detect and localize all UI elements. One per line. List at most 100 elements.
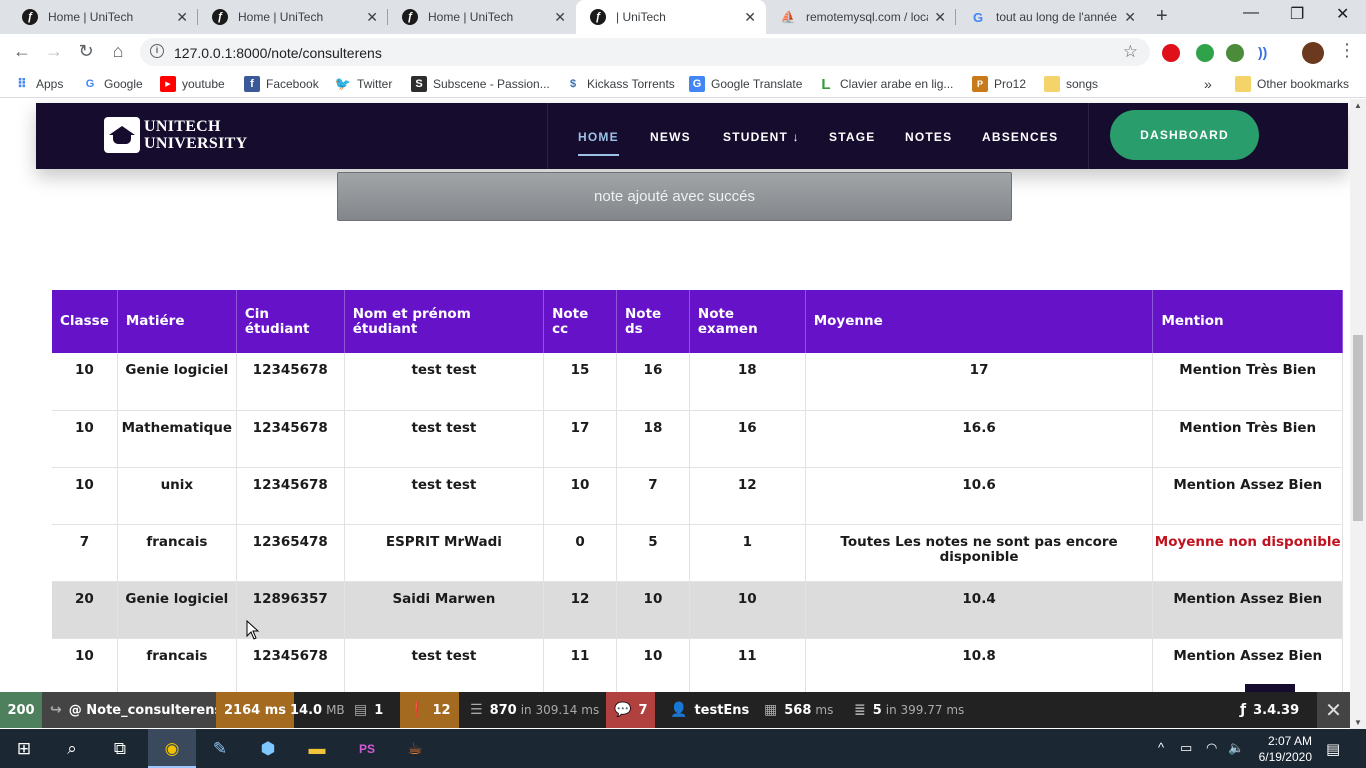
forms-block[interactable]: ▤ 1 bbox=[346, 692, 391, 728]
memory-block[interactable]: 14.0 MB bbox=[282, 692, 353, 728]
cache-block[interactable]: ☰ 870 in 309.14 ms bbox=[462, 692, 607, 728]
opera-icon[interactable] bbox=[1162, 44, 1180, 62]
nav-home[interactable]: HOME bbox=[578, 130, 619, 156]
route-block[interactable]: ↪ @ Note_consulterens bbox=[42, 692, 231, 728]
page-scrollbar[interactable]: ▲ ▼ bbox=[1350, 99, 1366, 729]
nav-absences[interactable]: ABSENCES bbox=[982, 130, 1058, 144]
home-icon[interactable]: ⌂ bbox=[107, 41, 129, 62]
table-row[interactable]: 10 Genie logiciel 12345678 test test 15 … bbox=[52, 353, 1343, 411]
scroll-thumb[interactable] bbox=[1353, 335, 1363, 521]
menu-icon[interactable]: ⋮ bbox=[1336, 40, 1358, 61]
scroll-down-icon[interactable]: ▼ bbox=[1354, 718, 1362, 727]
new-tab-icon[interactable]: + bbox=[1156, 5, 1168, 28]
tab-strip: ƒ Home | UniTech ✕ ƒ Home | UniTech ✕ ƒ … bbox=[0, 0, 1366, 34]
dashboard-button[interactable]: DASHBOARD bbox=[1110, 110, 1259, 160]
close-icon[interactable]: ✕ bbox=[1124, 9, 1136, 26]
chrome-icon[interactable]: ◉ bbox=[160, 737, 184, 761]
wifi-icon[interactable]: ◠ bbox=[1206, 740, 1217, 756]
reload-icon[interactable]: ↻ bbox=[75, 41, 97, 62]
taskbar-clock[interactable]: 2:07 AM 6/19/2020 bbox=[1256, 733, 1312, 765]
bookmark-facebook[interactable]: f Facebook bbox=[244, 76, 319, 92]
minimize-icon[interactable]: — bbox=[1243, 4, 1259, 22]
bookmark-subscene[interactable]: S Subscene - Passion... bbox=[411, 76, 550, 92]
extension-icon[interactable] bbox=[1196, 44, 1214, 62]
symfony-version-block[interactable]: ƒ 3.4.39 bbox=[1232, 692, 1307, 728]
apps-grid-icon: ⠿ bbox=[16, 76, 28, 91]
user-block[interactable]: 👤 testEns bbox=[662, 692, 757, 728]
nav-student[interactable]: STUDENT ↓ bbox=[723, 130, 800, 144]
close-icon[interactable]: ✕ bbox=[934, 9, 946, 26]
table-row[interactable]: 10 Mathematique 12345678 test test 17 18… bbox=[52, 410, 1343, 468]
url-text[interactable]: 127.0.0.1:8000/note/consulterens bbox=[174, 45, 382, 61]
browser-tab[interactable]: ƒ Home | UniTech ✕ bbox=[198, 0, 388, 34]
browser-tab[interactable]: ƒ Home | UniTech ✕ bbox=[388, 0, 576, 34]
volume-icon[interactable]: 🔈 bbox=[1228, 740, 1244, 756]
browser-tab[interactable]: G tout au long de l'année ✕ bbox=[956, 0, 1146, 34]
bookmark-apps[interactable]: ⠿ Apps bbox=[14, 76, 63, 92]
cell-matiere: Mathematique bbox=[117, 410, 237, 468]
bookmark-songs[interactable]: songs bbox=[1044, 76, 1098, 92]
table-row[interactable]: 10 francais 12345678 test test 11 10 11 … bbox=[52, 638, 1343, 693]
search-icon[interactable]: ⌕ bbox=[60, 737, 84, 761]
nav-news[interactable]: NEWS bbox=[650, 130, 691, 144]
address-bar[interactable]: i 127.0.0.1:8000/note/consulterens ☆ bbox=[140, 38, 1150, 66]
info-icon[interactable]: i bbox=[150, 44, 164, 58]
tab-title: tout au long de l'année bbox=[996, 10, 1118, 24]
site-logo[interactable]: UNITECH UNIVERSITY bbox=[104, 117, 247, 153]
cell-mention: Mention Assez Bien bbox=[1152, 467, 1343, 525]
cell-nom: test test bbox=[344, 467, 545, 525]
phpstorm-icon[interactable]: PS bbox=[355, 737, 379, 761]
close-icon[interactable]: ✕ bbox=[554, 9, 566, 26]
tab-title: remotemysql.com / loca bbox=[806, 10, 928, 24]
bookmark-google-translate[interactable]: G Google Translate bbox=[689, 76, 802, 92]
col-classe: Classe bbox=[52, 290, 118, 353]
cell-moyenne: 17 bbox=[805, 353, 1154, 411]
battery-icon[interactable]: ▭ bbox=[1180, 740, 1192, 756]
bookmark-kickass[interactable]: $ Kickass Torrents bbox=[565, 76, 675, 92]
java-icon[interactable]: ☕ bbox=[403, 737, 427, 761]
notifications-icon[interactable]: ▤ bbox=[1326, 740, 1340, 758]
more-bookmarks-icon[interactable]: » bbox=[1204, 76, 1212, 92]
table-row[interactable]: 10 unix 12345678 test test 10 7 12 10.6 … bbox=[52, 467, 1343, 525]
browser-tab-active[interactable]: ƒ | UniTech ✕ bbox=[576, 0, 766, 34]
toolbar-close-icon[interactable]: ✕ bbox=[1317, 692, 1350, 728]
window-close-icon[interactable]: ✕ bbox=[1336, 4, 1349, 24]
close-icon[interactable]: ✕ bbox=[366, 9, 378, 26]
db-block[interactable]: ≣ 5 in 399.77 ms bbox=[846, 692, 972, 728]
browser-tab[interactable]: ƒ Home | UniTech ✕ bbox=[8, 0, 198, 34]
back-icon[interactable]: ← bbox=[11, 41, 33, 62]
restore-icon[interactable]: ❐ bbox=[1290, 4, 1304, 24]
table-row[interactable]: 7 francais 12365478 ESPRIT MrWadi 0 5 1 … bbox=[52, 524, 1343, 582]
tray-chevron-icon[interactable]: ^ bbox=[1158, 740, 1164, 755]
translation-block[interactable]: 💬 7 bbox=[606, 692, 656, 728]
logs-block[interactable]: ❗ 12 bbox=[400, 692, 459, 728]
table-header-row: Classe Matiére Cin étudiant Nom et préno… bbox=[52, 290, 1343, 353]
nav-stage[interactable]: STAGE bbox=[829, 130, 875, 144]
cell-note-examen: 16 bbox=[689, 410, 806, 468]
app-icon[interactable]: ✎ bbox=[208, 737, 232, 761]
bookmark-google[interactable]: G Google bbox=[82, 76, 143, 92]
symfony-icon: ƒ bbox=[590, 9, 606, 25]
scroll-up-icon[interactable]: ▲ bbox=[1354, 101, 1362, 110]
close-icon[interactable]: ✕ bbox=[176, 9, 188, 26]
bookmark-other[interactable]: Other bookmarks bbox=[1235, 76, 1349, 92]
cube-app-icon[interactable]: ⬢ bbox=[256, 737, 280, 761]
bookmark-clavier[interactable]: L Clavier arabe en lig... bbox=[818, 76, 953, 93]
browser-tab[interactable]: ⛵ remotemysql.com / loca ✕ bbox=[766, 0, 956, 34]
windows-start-icon[interactable]: ⊞ bbox=[12, 737, 36, 761]
globe-extension-icon[interactable] bbox=[1226, 44, 1244, 62]
bookmark-star-icon[interactable]: ☆ bbox=[1123, 42, 1138, 62]
twig-block[interactable]: ▦ 568 ms bbox=[756, 692, 841, 728]
bookmark-twitter[interactable]: 🐦 Twitter bbox=[335, 76, 392, 92]
close-icon[interactable]: ✕ bbox=[744, 9, 756, 26]
bookmark-pro12[interactable]: P Pro12 bbox=[972, 76, 1026, 92]
file-explorer-icon[interactable]: ▬ bbox=[305, 737, 329, 761]
nav-notes[interactable]: NOTES bbox=[905, 130, 952, 144]
wifi-extension-icon[interactable]: )) bbox=[1258, 44, 1276, 62]
avatar[interactable] bbox=[1302, 42, 1324, 64]
bookmark-youtube[interactable]: ▶ youtube bbox=[160, 76, 225, 92]
task-view-icon[interactable]: ⧉ bbox=[108, 737, 132, 761]
forward-icon[interactable]: → bbox=[43, 41, 65, 62]
cell-cin: 12345678 bbox=[236, 638, 345, 693]
status-code-badge[interactable]: 200 bbox=[0, 692, 42, 728]
